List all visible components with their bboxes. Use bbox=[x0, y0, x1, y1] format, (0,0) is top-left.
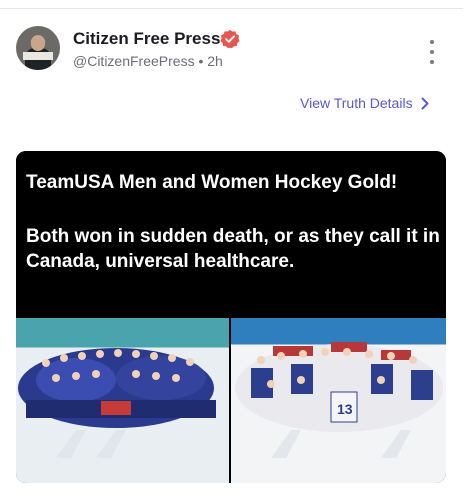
chevron-right-icon bbox=[421, 97, 429, 109]
top-divider bbox=[0, 0, 463, 9]
jersey-number: 13 bbox=[337, 401, 353, 417]
caption-line-1: TeamUSA Men and Women Hockey Gold! bbox=[26, 172, 398, 193]
women-team-photo bbox=[16, 318, 229, 483]
author-name[interactable]: Citizen Free Press bbox=[73, 29, 220, 49]
avatar[interactable] bbox=[16, 26, 60, 70]
view-details-link[interactable]: View Truth Details bbox=[300, 95, 429, 111]
men-team-photo: 13 bbox=[231, 318, 446, 483]
more-vertical-icon bbox=[430, 40, 434, 44]
separator-dot: • bbox=[198, 53, 204, 69]
verified-badge-icon bbox=[220, 29, 240, 49]
author-handle[interactable]: @CitizenFreePress bbox=[73, 53, 195, 69]
post-media[interactable]: TeamUSA Men and Women Hockey Gold! Both … bbox=[16, 151, 446, 483]
more-vertical-icon-dot bbox=[430, 60, 434, 64]
caption-line-2: Both won in sudden death, or as they cal… bbox=[26, 226, 440, 272]
author-handle-line: @CitizenFreePress • 2h bbox=[73, 53, 223, 69]
meme-caption-panel: TeamUSA Men and Women Hockey Gold! Both … bbox=[16, 151, 446, 318]
more-options-button[interactable] bbox=[425, 40, 439, 64]
more-vertical-icon-dot bbox=[430, 50, 434, 54]
view-details-label: View Truth Details bbox=[300, 95, 413, 111]
post-time: 2h bbox=[207, 53, 223, 69]
